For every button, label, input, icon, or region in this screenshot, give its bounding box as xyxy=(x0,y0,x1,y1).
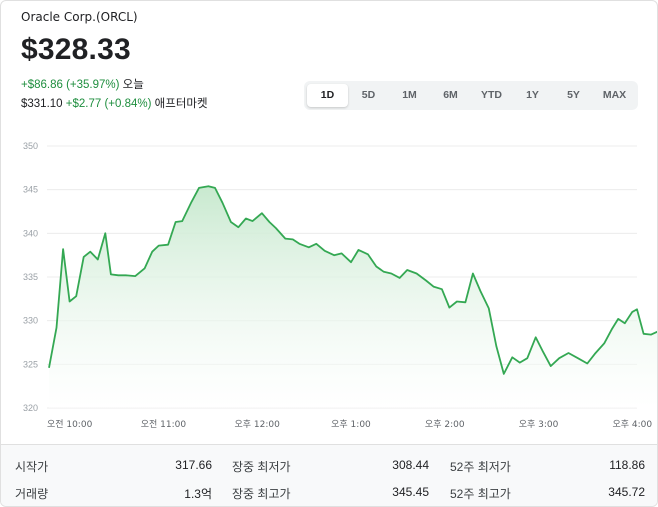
range-tab-1y[interactable]: 1Y xyxy=(512,84,553,107)
stat-day-low-label: 장중 최저가 xyxy=(232,460,291,474)
stat-volume-value: 1.3억 xyxy=(184,487,212,501)
range-tab-5d[interactable]: 5D xyxy=(348,84,389,107)
stock-card: Oracle Corp.(ORCL) $328.33 +$86.86 (+35.… xyxy=(0,0,658,507)
range-tab-ytd[interactable]: YTD xyxy=(471,84,512,107)
price-chart-svg[interactable]: 320 325 330 335 340 345 350 오전 10:00 오전 11:00 오후… xyxy=(1,131,658,436)
after-hours-price: $331.10 xyxy=(21,98,63,110)
stat-52wk-high-label: 52주 최고가 xyxy=(450,487,511,501)
after-hours-row: $331.10 +$2.77 (+0.84%) 애프터마켓 xyxy=(21,95,208,111)
y-tick-label: 325 xyxy=(23,359,38,369)
stats-panel: 시작가 317.66 거래량 1.3억 장중 최저가 308.44 장중 최고가… xyxy=(1,444,657,506)
company-name: Oracle Corp.(ORCL) xyxy=(21,10,138,24)
today-label: 오늘 xyxy=(122,79,144,91)
price-area-fill xyxy=(49,186,657,408)
x-tick-label: 오후 2:00 xyxy=(425,419,465,430)
stat-day-high-value: 345.45 xyxy=(392,485,429,499)
price-chart[interactable]: 320 325 330 335 340 345 350 오전 10:00 오전 11:00 오후… xyxy=(1,131,658,436)
x-tick-label: 오전 11:00 xyxy=(141,419,187,430)
y-tick-label: 335 xyxy=(23,272,38,282)
stat-day-low-value: 308.44 xyxy=(392,458,429,472)
after-hours-label: 애프터마켓 xyxy=(154,98,208,110)
today-change: +$86.86 (+35.97%) xyxy=(21,79,120,91)
x-tick-label: 오후 4:00 xyxy=(612,419,652,430)
range-tab-max[interactable]: MAX xyxy=(594,84,635,107)
y-tick-label: 345 xyxy=(23,185,38,195)
y-tick-label: 340 xyxy=(23,228,38,238)
y-tick-label: 320 xyxy=(23,403,38,413)
range-tab-6m[interactable]: 6M xyxy=(430,84,471,107)
today-change-row: +$86.86 (+35.97%) 오늘 xyxy=(21,76,144,92)
range-tab-1m[interactable]: 1M xyxy=(389,84,430,107)
x-tick-label: 오전 10:00 xyxy=(47,419,93,430)
stat-52wk-high-value: 345.72 xyxy=(608,485,645,499)
after-hours-change: +$2.77 (+0.84%) xyxy=(65,98,152,110)
range-tab-5y[interactable]: 5Y xyxy=(553,84,594,107)
y-tick-label: 330 xyxy=(23,316,38,326)
stat-volume-label: 거래량 xyxy=(15,487,49,501)
stat-52wk-low-label: 52주 최저가 xyxy=(450,460,511,474)
stat-open-value: 317.66 xyxy=(175,458,212,472)
stat-52wk-low-value: 118.86 xyxy=(609,458,645,472)
y-tick-label: 350 xyxy=(23,141,38,151)
range-selector: 1D 5D 1M 6M YTD 1Y 5Y MAX xyxy=(304,81,638,110)
range-tab-1d[interactable]: 1D xyxy=(307,84,348,107)
x-tick-label: 오후 3:00 xyxy=(519,419,559,430)
x-tick-label: 오후 1:00 xyxy=(331,419,371,430)
stat-open-label: 시작가 xyxy=(15,460,49,474)
stat-day-high-label: 장중 최고가 xyxy=(232,487,291,501)
current-price: $328.33 xyxy=(21,33,131,66)
x-tick-label: 오후 12:00 xyxy=(235,419,281,430)
